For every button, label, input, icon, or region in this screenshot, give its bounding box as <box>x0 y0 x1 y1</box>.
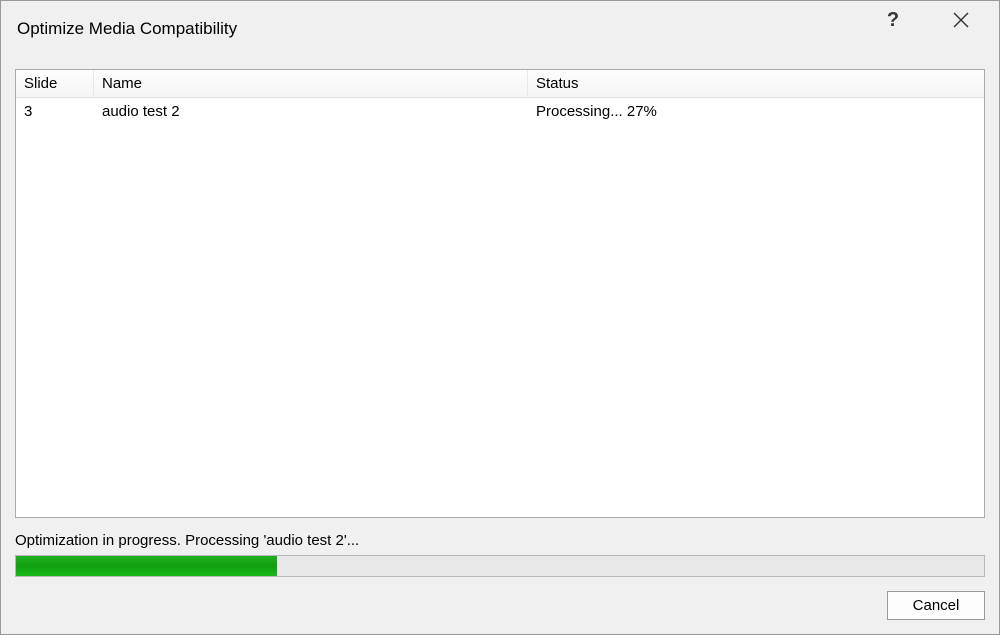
dialog-content: Slide Name Status 3 audio test 2 Process… <box>1 57 999 634</box>
column-header-status[interactable]: Status <box>528 70 984 97</box>
cancel-button[interactable]: Cancel <box>887 591 985 620</box>
button-row: Cancel <box>15 591 985 620</box>
progress-status-text: Optimization in progress. Processing 'au… <box>15 532 985 549</box>
progress-bar <box>15 555 985 577</box>
progress-fill <box>16 556 277 576</box>
column-header-name[interactable]: Name <box>94 70 528 97</box>
list-row[interactable]: 3 audio test 2 Processing... 27% <box>16 98 984 125</box>
help-icon[interactable]: ? <box>873 5 913 35</box>
list-header: Slide Name Status <box>16 70 984 98</box>
titlebar: Optimize Media Compatibility ? <box>1 1 999 57</box>
titlebar-buttons: ? <box>873 5 981 35</box>
column-header-slide[interactable]: Slide <box>16 70 94 97</box>
cell-name: audio test 2 <box>94 101 528 122</box>
optimize-media-dialog: Optimize Media Compatibility ? Slide Nam… <box>0 0 1000 635</box>
dialog-title: Optimize Media Compatibility <box>17 19 873 39</box>
cell-status: Processing... 27% <box>528 101 984 122</box>
close-x-icon <box>953 12 969 28</box>
cell-slide: 3 <box>16 101 94 122</box>
close-icon[interactable] <box>941 5 981 35</box>
list-body: 3 audio test 2 Processing... 27% <box>16 98 984 125</box>
media-list: Slide Name Status 3 audio test 2 Process… <box>15 69 985 518</box>
